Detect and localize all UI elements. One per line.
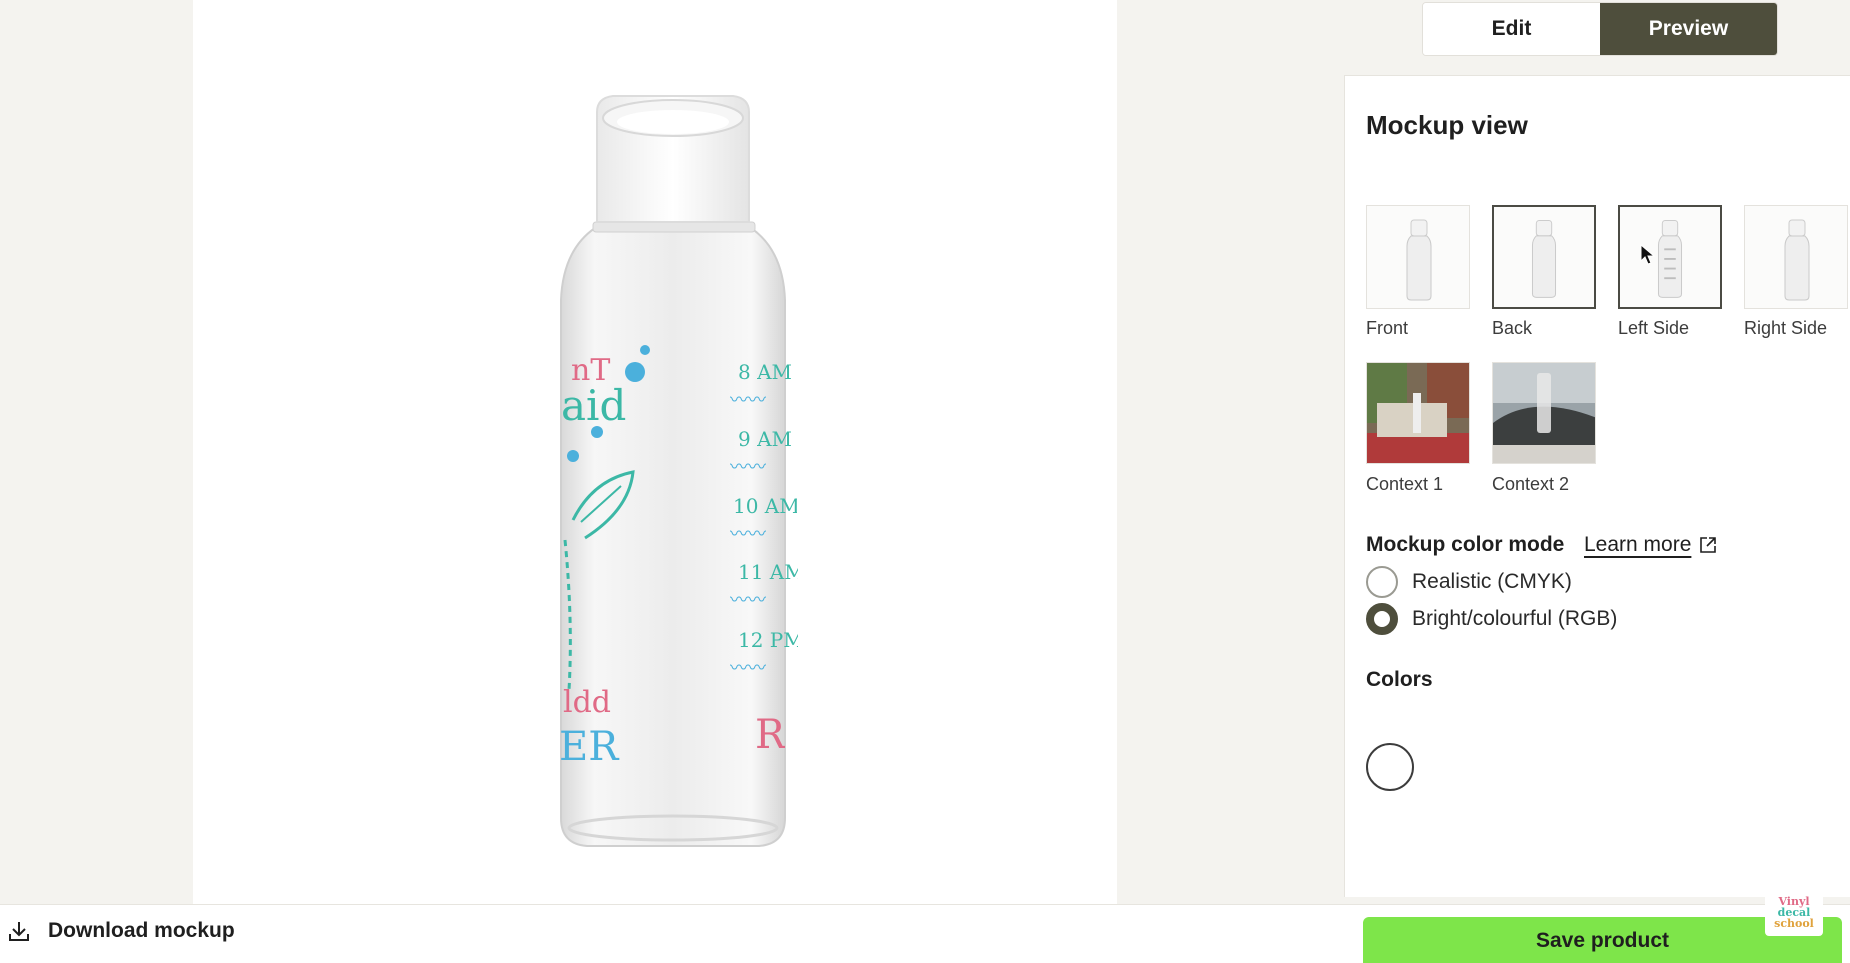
bottle-thumbnail-icon — [1531, 219, 1557, 298]
view-label-context-2: Context 2 — [1492, 474, 1570, 494]
bottom-bar: Download mockup Save product — [0, 904, 1850, 963]
tab-preview[interactable]: Preview — [1600, 3, 1777, 55]
view-label-context-1: Context 1 — [1366, 474, 1444, 494]
download-mockup-button[interactable]: Download mockup — [8, 919, 235, 943]
radio-button[interactable] — [1366, 566, 1398, 598]
bottle-mockup-image: nT aid ldd ER R — [559, 95, 787, 847]
view-label-right-side: Right Side — [1744, 318, 1828, 338]
radio-button[interactable] — [1366, 603, 1398, 635]
bottle-thumbnail-icon — [1784, 219, 1810, 301]
view-label-left-side: Left Side — [1618, 318, 1690, 338]
view-thumb-left-side[interactable] — [1618, 205, 1722, 309]
tab-edit[interactable]: Edit — [1423, 3, 1600, 55]
svg-text:ER: ER — [559, 724, 620, 770]
bottle-wave: 〰〰 — [730, 524, 766, 544]
download-label: Download mockup — [48, 919, 235, 942]
view-thumb-context-1[interactable] — [1366, 362, 1470, 464]
learn-more-label: Learn more — [1584, 533, 1692, 556]
logo-line: Vinyl — [1778, 894, 1810, 908]
bottle-hour-mark: 12 PM — [738, 628, 798, 652]
channel-logo: Vinyl decal school — [1765, 888, 1823, 936]
learn-more-link[interactable]: Learn more — [1584, 533, 1717, 557]
bottle-hour-mark: 8 AM — [738, 360, 793, 384]
edit-preview-toggle: Edit Preview — [1422, 2, 1778, 56]
svg-text:ldd: ldd — [563, 685, 611, 720]
view-thumb-front[interactable] — [1366, 205, 1470, 309]
logo-line: school — [1774, 916, 1814, 930]
cursor-icon — [1640, 244, 1656, 265]
radio-bright-rgb[interactable]: Bright/colourful (RGB) — [1366, 603, 1617, 635]
view-label-front: Front — [1366, 318, 1409, 338]
bottle-wave: 〰〰 — [730, 390, 766, 410]
bottle-wave: 〰〰 — [730, 590, 766, 610]
bottle-thumbnail-icon — [1406, 219, 1432, 301]
context-photo-image — [1367, 363, 1469, 463]
view-thumb-back[interactable] — [1492, 205, 1596, 309]
radio-label: Realistic (CMYK) — [1412, 570, 1572, 593]
svg-text:aid: aid — [561, 381, 626, 430]
mockup-canvas: nT aid ldd ER R 8 AM 〰〰 9 AM 〰〰 10 AM 〰〰… — [193, 0, 1117, 904]
bottle-hour-mark: 10 AM — [733, 494, 797, 518]
view-thumb-right-side[interactable] — [1744, 205, 1848, 309]
radio-label: Bright/colourful (RGB) — [1412, 607, 1618, 630]
radio-realistic-cmyk[interactable]: Realistic (CMYK) — [1366, 566, 1572, 598]
bottle-wave: 〰〰 — [730, 658, 766, 678]
bottle-hour-mark: 9 AM — [738, 427, 793, 451]
svg-text:R: R — [755, 712, 787, 758]
mockup-panel: Mockup view Front Back Left Side Right S… — [1344, 75, 1850, 897]
view-thumb-context-2[interactable] — [1492, 362, 1596, 464]
colors-title: Colors — [1366, 668, 1433, 691]
logo-line: decal — [1777, 905, 1811, 919]
bottle-wave: 〰〰 — [730, 457, 766, 477]
color-mode-title: Mockup color mode — [1366, 533, 1565, 556]
bottle-hour-mark: 11 AM — [738, 560, 798, 584]
view-label-back: Back — [1492, 318, 1533, 338]
download-icon — [9, 922, 29, 941]
panel-title: Mockup view — [1366, 110, 1528, 140]
bottle-thumbnail-icon — [1657, 219, 1683, 298]
context-photo-image — [1493, 363, 1595, 463]
color-swatch-white[interactable] — [1366, 743, 1414, 791]
external-link-icon — [1700, 537, 1717, 553]
